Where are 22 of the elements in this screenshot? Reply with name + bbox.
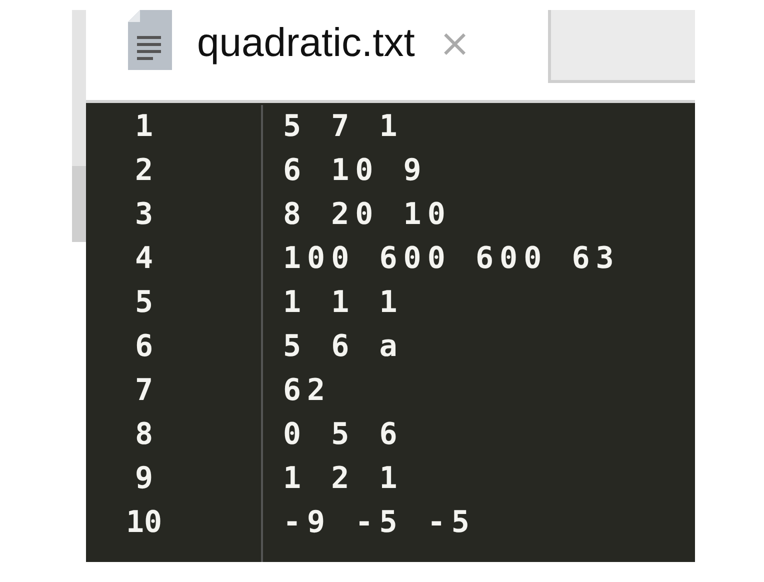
- line-number: 10: [124, 504, 164, 542]
- code-line: 5 6 a: [283, 328, 404, 366]
- code-line: 1 1 1: [283, 284, 404, 322]
- code-line: 1 2 1: [283, 460, 404, 498]
- line-number: 3: [134, 196, 154, 234]
- line-number: 5: [134, 284, 154, 322]
- line-number: 7: [134, 372, 154, 410]
- code-line: 62: [283, 372, 332, 410]
- code-line: -9 -5 -5: [283, 504, 476, 542]
- line-number: 9: [134, 460, 154, 498]
- code-line: 100 600 600 63: [283, 240, 620, 278]
- line-number: 4: [134, 240, 154, 278]
- code-line: 6 10 9: [283, 152, 428, 190]
- line-number: 1: [134, 108, 154, 146]
- line-number: 8: [134, 416, 154, 454]
- document-icon: [128, 10, 172, 70]
- tab-title: quadratic.txt: [197, 20, 415, 66]
- code-line: 0 5 6: [283, 416, 404, 454]
- line-number: 6: [134, 328, 154, 366]
- code-line: 8 20 10: [283, 196, 452, 234]
- code-line: 5 7 1: [283, 108, 404, 146]
- line-number: 2: [134, 152, 154, 190]
